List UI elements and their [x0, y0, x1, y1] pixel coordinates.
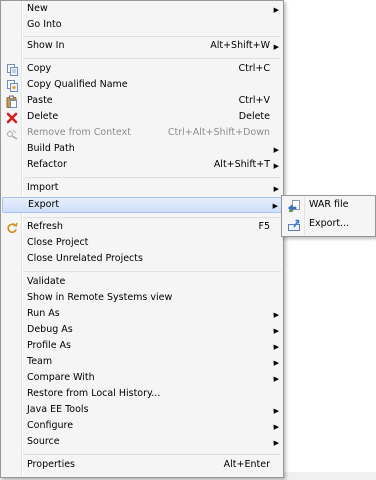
menu-separator — [23, 36, 281, 37]
submenu-arrow-icon: ▶ — [273, 407, 279, 415]
remove-context-icon — [5, 127, 19, 141]
menu-item-label: Go Into — [27, 19, 62, 30]
export-wizard-icon — [287, 218, 301, 232]
menu-item-run-as[interactable]: Run As ▶ — [2, 307, 283, 323]
submenu-arrow-icon: ▶ — [273, 311, 279, 319]
menu-separator — [23, 454, 281, 455]
menu-item-close-unrelated-projects[interactable]: Close Unrelated Projects — [2, 252, 283, 268]
copy-icon — [5, 63, 19, 77]
submenu-arrow-icon: ▶ — [273, 43, 279, 51]
menu-item-copy[interactable]: Copy Ctrl+C — [2, 62, 283, 78]
menu-item-label: Java EE Tools — [27, 404, 89, 415]
menu-item-remove-from-context[interactable]: Remove from Context Ctrl+Alt+Shift+Down — [2, 126, 283, 142]
submenu-arrow-icon: ▶ — [273, 375, 279, 383]
menu-item-label: Delete — [27, 111, 59, 122]
menu-separator — [23, 177, 281, 178]
menu-item-label: Export — [28, 199, 60, 210]
menu-item-label: Source — [27, 436, 60, 447]
menu-item-restore-from-local-history[interactable]: Restore from Local History... — [2, 387, 283, 403]
menu-item-label: Paste — [27, 95, 53, 106]
submenu-arrow-icon: ▶ — [273, 146, 279, 154]
menu-item-shortcut: Alt+Shift+W — [210, 40, 270, 51]
menu-item-properties[interactable]: Properties Alt+Enter — [2, 458, 283, 474]
context-menu: New ▶ Go Into Show In Alt+Shift+W ▶ Copy… — [0, 0, 284, 478]
menu-item-label: Close Unrelated Projects — [27, 253, 143, 264]
menu-item-copy-qualified-name[interactable]: Copy Qualified Name — [2, 78, 283, 94]
menu-item-label: Refresh — [27, 221, 63, 232]
menu-item-shortcut: F5 — [258, 221, 270, 232]
menu-item-label: Restore from Local History... — [27, 388, 161, 399]
submenu-item-label: Export... — [309, 218, 350, 229]
menu-item-delete[interactable]: Delete Delete — [2, 110, 283, 126]
menu-item-label: Remove from Context — [27, 127, 131, 138]
menu-separator — [23, 58, 281, 59]
menu-item-refactor[interactable]: Refactor Alt+Shift+T ▶ — [2, 158, 283, 174]
menu-item-import[interactable]: Import ▶ — [2, 181, 283, 197]
menu-item-export[interactable]: Export ▶ — [2, 197, 283, 213]
menu-separator — [23, 217, 281, 218]
menu-item-java-ee-tools[interactable]: Java EE Tools ▶ — [2, 403, 283, 419]
copy-qualified-icon — [5, 79, 19, 93]
menu-item-label: Show in Remote Systems view — [27, 292, 173, 303]
menu-item-label: Debug As — [27, 324, 73, 335]
submenu-arrow-icon: ▶ — [273, 327, 279, 335]
menu-item-label: Profile As — [27, 340, 72, 351]
war-file-icon — [287, 199, 301, 213]
submenu-item-export-wizard[interactable]: Export... — [283, 216, 374, 234]
menu-item-validate[interactable]: Validate — [2, 275, 283, 291]
submenu-arrow-icon: ▶ — [273, 162, 279, 170]
submenu-item-war-file[interactable]: WAR file — [283, 197, 374, 215]
menu-item-label: Configure — [27, 420, 74, 431]
export-submenu: WAR file Export... — [281, 195, 376, 237]
menu-item-close-project[interactable]: Close Project — [2, 236, 283, 252]
menu-item-refresh[interactable]: Refresh F5 — [2, 220, 283, 236]
menu-item-label: Run As — [27, 308, 60, 319]
menu-item-go-into[interactable]: Go Into — [2, 18, 283, 34]
menu-item-shortcut: Delete — [238, 111, 270, 122]
menu-item-label: Show In — [27, 40, 65, 51]
menu-item-shortcut: Ctrl+V — [238, 95, 270, 106]
menu-item-label: Compare With — [27, 372, 95, 383]
menu-item-shortcut: Alt+Enter — [223, 459, 270, 470]
submenu-arrow-icon: ▶ — [273, 359, 279, 367]
menu-separator — [23, 271, 281, 272]
menu-item-shortcut: Ctrl+C — [238, 63, 271, 74]
menu-item-shortcut: Alt+Shift+T — [213, 159, 270, 170]
refresh-icon — [5, 221, 19, 235]
menu-item-configure[interactable]: Configure ▶ — [2, 419, 283, 435]
menu-item-label: New — [27, 3, 48, 14]
menu-item-label: Copy Qualified Name — [27, 79, 128, 90]
submenu-arrow-icon: ▶ — [273, 6, 279, 14]
menu-item-source[interactable]: Source ▶ — [2, 435, 283, 451]
menu-item-new[interactable]: New ▶ — [2, 2, 283, 18]
submenu-arrow-icon: ▶ — [273, 423, 279, 431]
menu-item-label: Validate — [27, 276, 66, 287]
menu-item-debug-as[interactable]: Debug As ▶ — [2, 323, 283, 339]
menu-item-show-in[interactable]: Show In Alt+Shift+W ▶ — [2, 39, 283, 55]
menu-item-team[interactable]: Team ▶ — [2, 355, 283, 371]
menu-item-label: Build Path — [27, 143, 75, 154]
menu-item-show-in-remote-systems[interactable]: Show in Remote Systems view — [2, 291, 283, 307]
menu-item-label: Copy — [27, 63, 52, 74]
menu-item-label: Close Project — [27, 237, 89, 248]
menu-item-label: Team — [27, 356, 53, 367]
menu-item-paste[interactable]: Paste Ctrl+V — [2, 94, 283, 110]
menu-item-shortcut: Ctrl+Alt+Shift+Down — [167, 127, 270, 138]
submenu-arrow-icon: ▶ — [273, 439, 279, 447]
submenu-arrow-icon: ▶ — [273, 185, 279, 193]
menu-item-compare-with[interactable]: Compare With ▶ — [2, 371, 283, 387]
menu-item-label: Refactor — [27, 159, 67, 170]
menu-item-build-path[interactable]: Build Path ▶ — [2, 142, 283, 158]
delete-icon — [5, 111, 19, 125]
paste-icon — [5, 95, 19, 109]
menu-item-label: Import — [27, 182, 59, 193]
submenu-arrow-icon: ▶ — [273, 343, 279, 351]
menu-item-label: Properties — [27, 459, 76, 470]
submenu-arrow-icon: ▶ — [272, 202, 278, 210]
submenu-item-label: WAR file — [309, 199, 349, 210]
menu-item-profile-as[interactable]: Profile As ▶ — [2, 339, 283, 355]
